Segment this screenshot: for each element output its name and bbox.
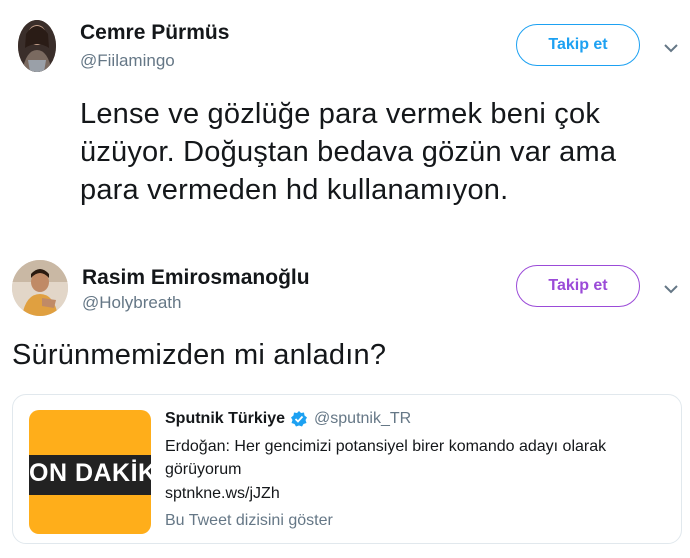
chevron-down-icon[interactable] (660, 37, 682, 59)
quoted-display-name[interactable]: Sputnik Türkiye (165, 410, 285, 428)
tweet-text: Lense ve gözlüğe para vermek beni çok üz… (80, 95, 680, 209)
thumbnail-text: ON DAKİK (29, 459, 151, 487)
verified-badge-icon (290, 410, 308, 428)
user-handle[interactable]: @Holybreath (82, 293, 181, 313)
avatar[interactable] (18, 20, 56, 72)
avatar[interactable] (12, 260, 68, 316)
quoted-text-line: görüyorum (165, 461, 242, 478)
follow-button[interactable]: Takip et (516, 24, 640, 66)
tweet-text: Sürünmemizden mi anladın? (12, 339, 387, 371)
tweet-text-line: para vermeden hd kullanamıyon. (80, 174, 509, 206)
quoted-tweet[interactable]: ON DAKİK Sputnik Türkiye @sputnik_TR Erd… (12, 394, 682, 544)
display-name[interactable]: Rasim Emirosmanoğlu (82, 266, 310, 290)
follow-button[interactable]: Takip et (516, 265, 640, 307)
show-thread-link[interactable]: Bu Tweet dizisini göster (165, 512, 333, 530)
quoted-text-line: Erdoğan: Her gencimizi potansiyel birer … (165, 438, 607, 455)
display-name[interactable]: Cemre Pürmüs (80, 21, 229, 45)
quoted-thumbnail[interactable]: ON DAKİK (29, 410, 151, 534)
user-handle[interactable]: @Fiilamingo (80, 51, 175, 71)
quoted-header: Sputnik Türkiye @sputnik_TR (165, 410, 411, 428)
tweet-text-line: Lense ve gözlüğe para vermek beni çok (80, 98, 601, 130)
quoted-link[interactable]: sptnkne.ws/jJZh (165, 485, 280, 503)
quoted-text: Erdoğan: Her gencimizi potansiyel birer … (165, 435, 665, 481)
chevron-down-icon[interactable] (660, 278, 682, 300)
tweet-text-line: üzüyor. Doğuştan bedava gözün var ama (80, 136, 617, 168)
quoted-handle[interactable]: @sputnik_TR (314, 410, 411, 428)
